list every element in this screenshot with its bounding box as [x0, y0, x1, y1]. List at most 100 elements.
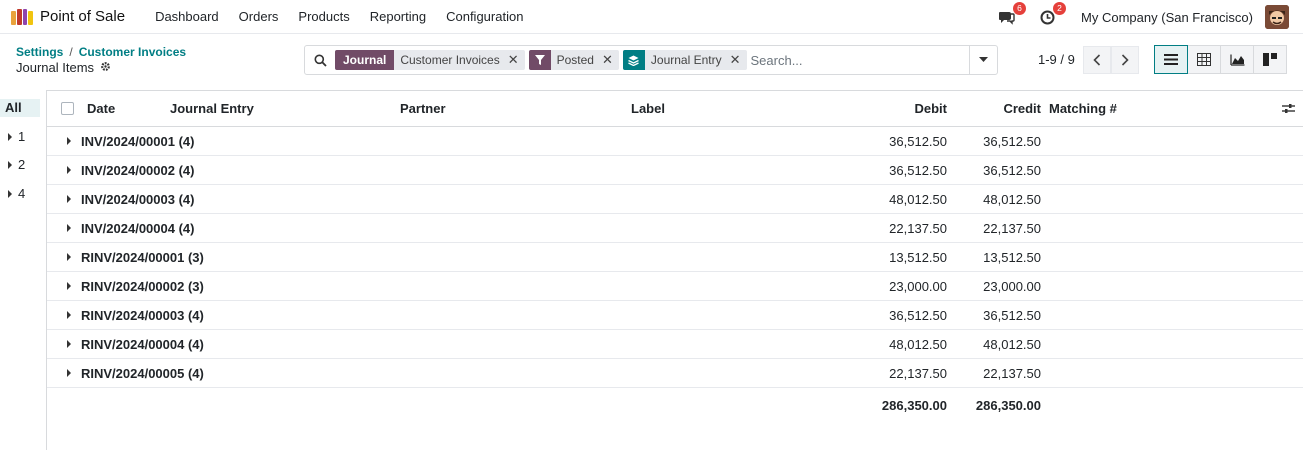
- side-panel-item-4[interactable]: 4: [8, 186, 25, 201]
- header-credit[interactable]: Credit: [1003, 101, 1041, 116]
- breadcrumb-separator: /: [69, 45, 73, 59]
- caret-right-icon: [67, 369, 71, 377]
- menu-configuration[interactable]: Configuration: [436, 9, 533, 24]
- side-panel-all[interactable]: All: [0, 99, 40, 117]
- facet-posted-remove-icon[interactable]: ✕: [600, 50, 619, 70]
- menu-products[interactable]: Products: [288, 9, 359, 24]
- pager-next-icon[interactable]: [1111, 46, 1139, 74]
- page-title: Journal Items: [16, 60, 95, 75]
- facet-posted: Posted ✕: [528, 50, 619, 70]
- menu-dashboard[interactable]: Dashboard: [145, 9, 229, 24]
- side-panel: All 1 2 4: [0, 90, 47, 450]
- facet-journal-entry-value: Journal Entry: [650, 53, 722, 67]
- pos-app-icon[interactable]: [11, 8, 33, 25]
- search-input[interactable]: [750, 50, 951, 70]
- group-credit: 48,012.50: [983, 337, 1041, 352]
- group-credit: 36,512.50: [983, 163, 1041, 178]
- group-credit: 36,512.50: [983, 308, 1041, 323]
- table-group-row[interactable]: INV/2024/00001 (4) 36,512.50 36,512.50: [47, 127, 1303, 156]
- top-navbar: Point of Sale Dashboard Orders Products …: [0, 0, 1303, 34]
- activity-clock-icon[interactable]: 2: [1037, 2, 1067, 27]
- select-all-checkbox[interactable]: [61, 102, 74, 115]
- facet-journal-entry-remove-icon[interactable]: ✕: [728, 50, 747, 70]
- pivot-view-icon[interactable]: [1187, 45, 1221, 74]
- group-credit: 22,137.50: [983, 221, 1041, 236]
- caret-right-icon: [67, 137, 71, 145]
- group-name: RINV/2024/00002 (3): [81, 279, 204, 294]
- caret-right-icon: [67, 340, 71, 348]
- group-debit: 36,512.50: [889, 134, 947, 149]
- group-credit: 22,137.50: [983, 366, 1041, 381]
- header-partner[interactable]: Partner: [400, 101, 446, 116]
- group-debit: 23,000.00: [889, 279, 947, 294]
- header-debit[interactable]: Debit: [915, 101, 948, 116]
- list-view-icon[interactable]: [1154, 45, 1188, 74]
- side-panel-item-label: 4: [18, 186, 26, 201]
- facet-posted-value: Posted: [556, 53, 594, 67]
- group-name: INV/2024/00003 (4): [81, 192, 195, 207]
- caret-right-icon: [67, 282, 71, 290]
- header-label[interactable]: Label: [631, 101, 665, 116]
- menu-reporting[interactable]: Reporting: [360, 9, 436, 24]
- group-name: INV/2024/00001 (4): [81, 134, 195, 149]
- gear-icon[interactable]: [100, 61, 111, 75]
- search-options-toggle-icon[interactable]: [969, 46, 997, 74]
- table-group-row[interactable]: INV/2024/00002 (4) 36,512.50 36,512.50: [47, 156, 1303, 185]
- group-debit: 13,512.50: [889, 250, 947, 265]
- group-credit: 13,512.50: [983, 250, 1041, 265]
- table-group-row[interactable]: RINV/2024/00003 (4) 36,512.50 36,512.50: [47, 301, 1303, 330]
- breadcrumb-settings[interactable]: Settings: [16, 45, 63, 59]
- page-title-row: Journal Items: [16, 60, 111, 75]
- table-group-row[interactable]: RINV/2024/00004 (4) 48,012.50 48,012.50: [47, 330, 1303, 359]
- group-credit: 36,512.50: [983, 134, 1041, 149]
- activities-badge: 2: [1053, 2, 1067, 15]
- header-date[interactable]: Date: [87, 101, 115, 116]
- company-switcher[interactable]: My Company (San Francisco): [1081, 10, 1253, 25]
- layers-icon: [622, 50, 645, 70]
- menu-orders[interactable]: Orders: [229, 9, 289, 24]
- facet-journal-value: Customer Invoices: [400, 53, 500, 67]
- messages-icon[interactable]: 6: [997, 2, 1027, 27]
- group-credit: 48,012.50: [983, 192, 1041, 207]
- messages-badge: 6: [1013, 2, 1027, 15]
- group-name: RINV/2024/00001 (3): [81, 250, 204, 265]
- total-debit: 286,350.00: [881, 398, 947, 413]
- user-avatar[interactable]: [1265, 5, 1289, 29]
- group-debit: 22,137.50: [889, 366, 947, 381]
- table-group-row[interactable]: INV/2024/00003 (4) 48,012.50 48,012.50: [47, 185, 1303, 214]
- group-name: INV/2024/00002 (4): [81, 163, 195, 178]
- breadcrumb-customer-invoices[interactable]: Customer Invoices: [79, 45, 186, 59]
- table-group-row[interactable]: INV/2024/00004 (4) 22,137.50 22,137.50: [47, 214, 1303, 243]
- group-name: RINV/2024/00003 (4): [81, 308, 204, 323]
- caret-right-icon: [67, 195, 71, 203]
- table-group-row[interactable]: RINV/2024/00001 (3) 13,512.50 13,512.50: [47, 243, 1303, 272]
- total-credit: 286,350.00: [975, 398, 1041, 413]
- table-group-row[interactable]: RINV/2024/00005 (4) 22,137.50 22,137.50: [47, 359, 1303, 388]
- side-panel-item-label: 2: [18, 157, 26, 172]
- group-debit: 36,512.50: [889, 308, 947, 323]
- pager-value[interactable]: 1-9 / 9: [1038, 52, 1075, 67]
- filter-icon: [528, 50, 551, 70]
- group-name: RINV/2024/00005 (4): [81, 366, 204, 381]
- header-matching[interactable]: Matching #: [1049, 101, 1117, 116]
- caret-right-icon: [67, 311, 71, 319]
- header-journal-entry[interactable]: Journal Entry: [170, 101, 254, 116]
- optional-columns-icon[interactable]: [1282, 102, 1295, 117]
- breadcrumb: Settings / Customer Invoices: [16, 45, 186, 59]
- graph-view-icon[interactable]: [1220, 45, 1254, 74]
- group-debit: 48,012.50: [889, 337, 947, 352]
- app-name[interactable]: Point of Sale: [40, 8, 125, 25]
- facet-journal-remove-icon[interactable]: ✕: [506, 50, 525, 70]
- caret-right-icon: [8, 160, 12, 169]
- facet-journal: Journal Customer Invoices ✕: [335, 50, 525, 70]
- side-panel-item-2[interactable]: 2: [8, 157, 25, 172]
- caret-right-icon: [67, 166, 71, 174]
- pager-previous-icon[interactable]: [1083, 46, 1111, 74]
- kanban-view-icon[interactable]: [1253, 45, 1287, 74]
- table-group-row[interactable]: RINV/2024/00002 (3) 23,000.00 23,000.00: [47, 272, 1303, 301]
- group-debit: 36,512.50: [889, 163, 947, 178]
- table-footer-totals: 286,350.00 286,350.00: [47, 388, 1303, 422]
- caret-right-icon: [8, 132, 12, 141]
- side-panel-item-1[interactable]: 1: [8, 129, 25, 144]
- main-menu: Dashboard Orders Products Reporting Conf…: [145, 9, 533, 24]
